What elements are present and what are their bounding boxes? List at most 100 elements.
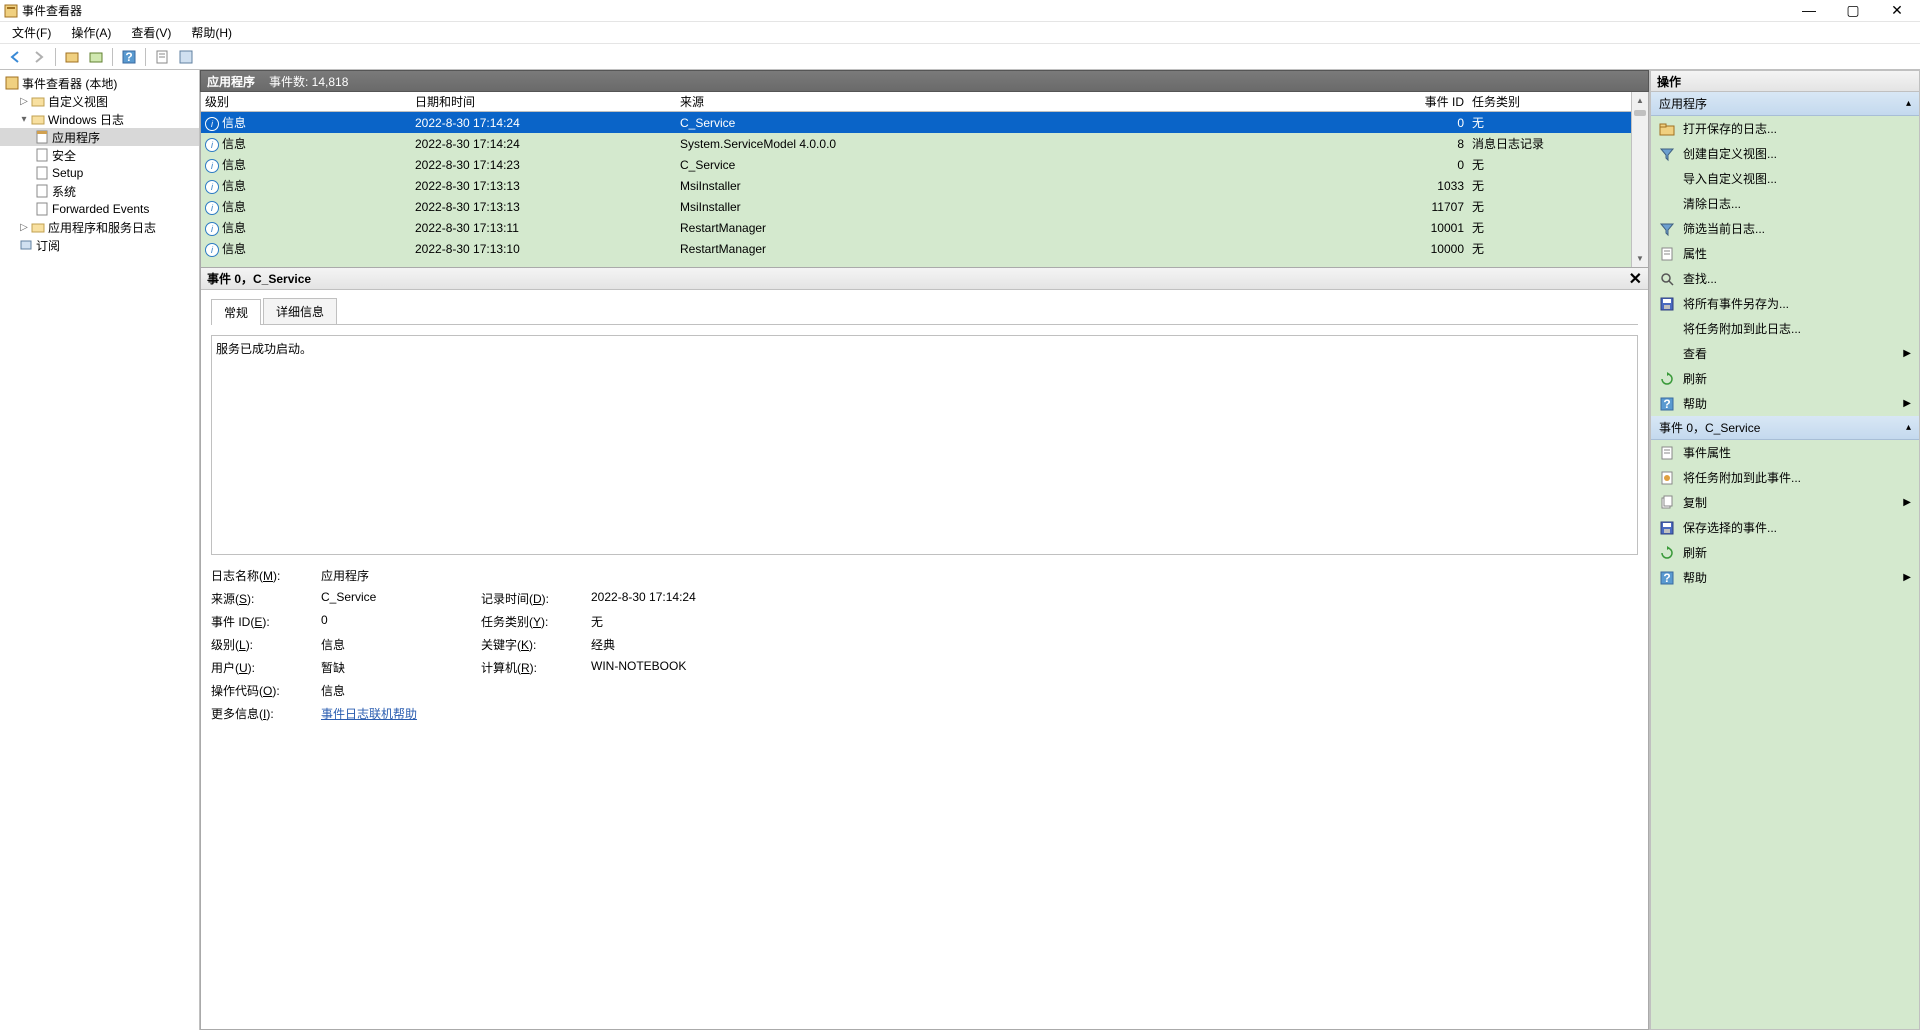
grid-row[interactable]: i信息2022-8-30 17:14:24System.ServiceModel… xyxy=(201,133,1648,154)
action-attach_task[interactable]: 将任务附加到此日志... xyxy=(1651,316,1919,341)
info-icon: i xyxy=(205,159,219,173)
grid-scrollbar[interactable]: ▲ ▼ xyxy=(1631,92,1648,267)
tree-security[interactable]: 安全 xyxy=(0,146,199,164)
label-opcode: 操作代码(O): xyxy=(211,682,321,699)
back-button[interactable] xyxy=(4,46,26,68)
toolbar-separator xyxy=(145,48,146,66)
tree-setup[interactable]: Setup xyxy=(0,164,199,182)
chevron-right-icon: ▶ xyxy=(1903,572,1911,583)
link-online-help[interactable]: 事件日志联机帮助 xyxy=(321,707,417,721)
tree-label: 自定义视图 xyxy=(48,93,108,110)
log-icon xyxy=(34,129,50,145)
close-button[interactable]: ✕ xyxy=(1884,2,1910,19)
label-log-name: 日志名称(M): xyxy=(211,567,321,584)
minimize-button[interactable]: — xyxy=(1796,2,1822,19)
tree-subscriptions[interactable]: 订阅 xyxy=(0,236,199,254)
tree-label: 应用程序 xyxy=(52,129,100,146)
action-save_all[interactable]: 将所有事件另存为... xyxy=(1651,291,1919,316)
action-help2[interactable]: ?帮助▶ xyxy=(1651,565,1919,590)
actions-title: 操作 xyxy=(1650,70,1920,92)
grid-row[interactable]: i信息2022-8-30 17:13:13MsiInstaller11707无 xyxy=(201,196,1648,217)
action-help[interactable]: ?帮助▶ xyxy=(1651,391,1919,416)
action-filter_log[interactable]: 筛选当前日志... xyxy=(1651,216,1919,241)
menubar: 文件(F) 操作(A) 查看(V) 帮助(H) xyxy=(0,22,1920,44)
toolbar-btn-3[interactable] xyxy=(151,46,173,68)
toolbar-btn-4[interactable] xyxy=(175,46,197,68)
scroll-down-icon[interactable]: ▼ xyxy=(1632,250,1648,267)
label-computer: 计算机(R): xyxy=(481,659,591,676)
tree-system[interactable]: 系统 xyxy=(0,182,199,200)
grid-row[interactable]: i信息2022-8-30 17:14:23C_Service0无 xyxy=(201,154,1648,175)
toolbar-btn-2[interactable] xyxy=(85,46,107,68)
menu-action[interactable]: 操作(A) xyxy=(65,22,117,43)
event-grid: 级别 日期和时间 来源 事件 ID 任务类别 i信息2022-8-30 17:1… xyxy=(200,92,1649,268)
detail-title-bar: 事件 0，C_Service ✕ xyxy=(201,268,1648,290)
tree-custom-views[interactable]: ▷ 自定义视图 xyxy=(0,92,199,110)
find-icon xyxy=(1659,271,1675,287)
action-import_view[interactable]: 导入自定义视图... xyxy=(1651,166,1919,191)
menu-file[interactable]: 文件(F) xyxy=(6,22,57,43)
action-attach_event[interactable]: 将任务附加到此事件... xyxy=(1651,465,1919,490)
col-source[interactable]: 来源 xyxy=(676,93,1348,110)
filter-icon xyxy=(1659,146,1675,162)
grid-row[interactable]: i信息2022-8-30 17:13:10RestartManager10000… xyxy=(201,238,1648,259)
action-refresh[interactable]: 刷新 xyxy=(1651,366,1919,391)
action-find[interactable]: 查找... xyxy=(1651,266,1919,291)
actions-section-header[interactable]: 事件 0，C_Service▴ xyxy=(1651,416,1919,440)
scroll-thumb[interactable] xyxy=(1634,110,1646,116)
expand-icon[interactable]: ▷ xyxy=(18,96,30,107)
value-task-cat: 无 xyxy=(591,613,811,630)
detail-close-button[interactable]: ✕ xyxy=(1629,269,1642,289)
navigation-tree[interactable]: 事件查看器 (本地) ▷ 自定义视图 ▾ Windows 日志 应用程序 安全 … xyxy=(0,70,200,1030)
action-copy[interactable]: 复制▶ xyxy=(1651,490,1919,515)
grid-body[interactable]: i信息2022-8-30 17:14:24C_Service0无i信息2022-… xyxy=(201,112,1648,259)
log-icon xyxy=(34,165,50,181)
window-title: 事件查看器 xyxy=(22,2,1796,19)
action-create_view[interactable]: 创建自定义视图... xyxy=(1651,141,1919,166)
tab-details[interactable]: 详细信息 xyxy=(263,298,337,324)
tree-forwarded[interactable]: Forwarded Events xyxy=(0,200,199,218)
menu-view[interactable]: 查看(V) xyxy=(125,22,177,43)
action-event_props[interactable]: 事件属性 xyxy=(1651,440,1919,465)
grid-row[interactable]: i信息2022-8-30 17:13:11RestartManager10001… xyxy=(201,217,1648,238)
col-date[interactable]: 日期和时间 xyxy=(411,93,676,110)
tree-application[interactable]: 应用程序 xyxy=(0,128,199,146)
col-id[interactable]: 事件 ID xyxy=(1348,93,1468,110)
center-title: 应用程序 xyxy=(207,73,255,90)
toolbar-btn-1[interactable] xyxy=(61,46,83,68)
tree-root[interactable]: 事件查看器 (本地) xyxy=(0,74,199,92)
props-icon xyxy=(1659,246,1675,262)
col-level[interactable]: 级别 xyxy=(201,93,411,110)
action-properties[interactable]: 属性 xyxy=(1651,241,1919,266)
folder-icon xyxy=(30,111,46,127)
chevron-right-icon: ▶ xyxy=(1903,398,1911,409)
info-icon: i xyxy=(205,138,219,152)
grid-row[interactable]: i信息2022-8-30 17:13:13MsiInstaller1033无 xyxy=(201,175,1648,196)
expand-icon[interactable]: ▷ xyxy=(18,222,30,233)
label-more-info: 更多信息(I): xyxy=(211,705,321,722)
maximize-button[interactable]: ▢ xyxy=(1840,2,1866,19)
action-view[interactable]: 查看▶ xyxy=(1651,341,1919,366)
event-metadata: 日志名称(M): 应用程序 来源(S): C_Service 记录时间(D): … xyxy=(211,567,1638,722)
grid-row[interactable]: i信息2022-8-30 17:14:24C_Service0无 xyxy=(201,112,1648,133)
toolbar-btn-help[interactable]: ? xyxy=(118,46,140,68)
tree-label: 应用程序和服务日志 xyxy=(48,219,156,236)
action-refresh2[interactable]: 刷新 xyxy=(1651,540,1919,565)
col-cat[interactable]: 任务类别 xyxy=(1468,93,1648,110)
actions-pane: 操作 应用程序▴打开保存的日志...创建自定义视图...导入自定义视图...清除… xyxy=(1650,70,1920,1030)
event-count: 事件数: 14,818 xyxy=(269,73,348,90)
tab-general[interactable]: 常规 xyxy=(211,299,261,325)
action-open_saved[interactable]: 打开保存的日志... xyxy=(1651,116,1919,141)
log-icon xyxy=(34,147,50,163)
action-clear_log[interactable]: 清除日志... xyxy=(1651,191,1919,216)
scroll-up-icon[interactable]: ▲ xyxy=(1632,92,1648,109)
collapse-icon[interactable]: ▾ xyxy=(18,114,30,125)
action-save_sel[interactable]: 保存选择的事件... xyxy=(1651,515,1919,540)
event-message[interactable]: 服务已成功启动。 xyxy=(211,335,1638,555)
tree-windows-logs[interactable]: ▾ Windows 日志 xyxy=(0,110,199,128)
value-event-id: 0 xyxy=(321,613,481,630)
actions-section-header[interactable]: 应用程序▴ xyxy=(1651,92,1919,116)
forward-button[interactable] xyxy=(28,46,50,68)
menu-help[interactable]: 帮助(H) xyxy=(185,22,238,43)
tree-apps-services[interactable]: ▷ 应用程序和服务日志 xyxy=(0,218,199,236)
